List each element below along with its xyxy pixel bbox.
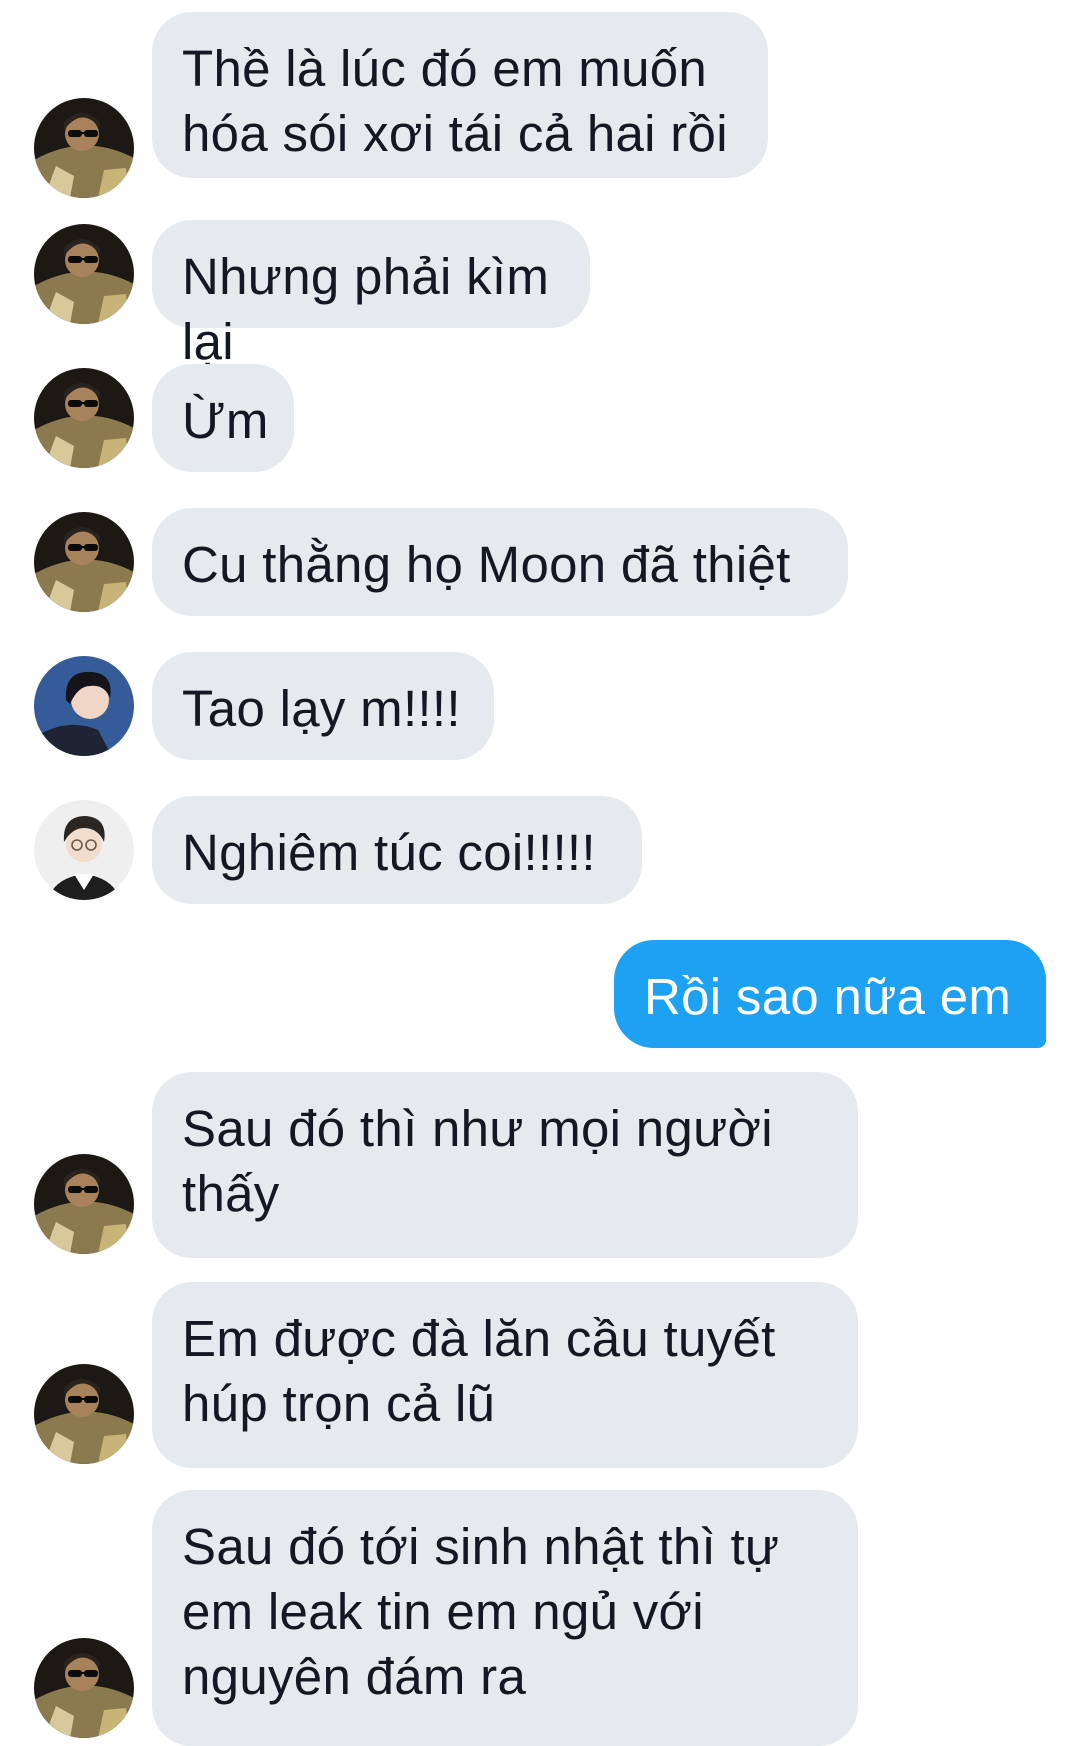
message-bubble-incoming[interactable]: Nhưng phải kìm lại [152, 220, 590, 370]
message-bubble-incoming[interactable]: Em được đà lăn cầu tuyết húp trọn cả lũ [152, 1282, 858, 1468]
message-row: Tao lạy m!!!! [0, 652, 1080, 762]
message-bubble-incoming[interactable]: Cu thằng họ Moon đã thiệt [152, 508, 848, 616]
message-row: Thề là lúc đó em muốn hóa sói xơi tái cả… [0, 12, 1080, 198]
message-row: Rồi sao nữa em [0, 940, 1080, 1050]
message-row: Em được đà lăn cầu tuyết húp trọn cả lũ [0, 1282, 1080, 1472]
avatar-image [34, 368, 134, 468]
avatar-image [34, 1638, 134, 1738]
message-bubble-incoming[interactable]: Sau đó tới sinh nhật thì tự em leak tin … [152, 1490, 858, 1746]
message-bubble-incoming[interactable]: Ừm [152, 364, 294, 472]
avatar-dark-sunglasses[interactable] [34, 1638, 134, 1738]
avatar-image [34, 1154, 134, 1254]
avatar-dark-sunglasses[interactable] [34, 368, 134, 468]
avatar-image [34, 656, 134, 756]
avatar-image [34, 800, 134, 900]
message-row: Nhưng phải kìm lại [0, 220, 1080, 370]
message-row: Cu thằng họ Moon đã thiệt [0, 508, 1080, 618]
chat-thread: Thề là lúc đó em muốn hóa sói xơi tái cả… [0, 0, 1080, 1746]
avatar-glasses-light[interactable] [34, 800, 134, 900]
avatar-dark-sunglasses[interactable] [34, 224, 134, 324]
avatar-dark-sunglasses[interactable] [34, 1364, 134, 1464]
message-row: Sau đó tới sinh nhật thì tự em leak tin … [0, 1490, 1080, 1746]
message-row: Ừm [0, 364, 1080, 474]
avatar-blue-background[interactable] [34, 656, 134, 756]
avatar-image [34, 1364, 134, 1464]
message-bubble-incoming[interactable]: Nghiêm túc coi!!!!! [152, 796, 642, 904]
message-row: Sau đó thì như mọi người thấy [0, 1072, 1080, 1262]
avatar-dark-sunglasses[interactable] [34, 1154, 134, 1254]
avatar-image [34, 224, 134, 324]
message-bubble-incoming[interactable]: Sau đó thì như mọi người thấy [152, 1072, 858, 1258]
avatar-image [34, 512, 134, 612]
message-bubble-incoming[interactable]: Thề là lúc đó em muốn hóa sói xơi tái cả… [152, 12, 768, 178]
message-row: Nghiêm túc coi!!!!! [0, 796, 1080, 906]
avatar-image [34, 98, 134, 198]
message-bubble-outgoing[interactable]: Rồi sao nữa em [614, 940, 1046, 1048]
avatar-dark-sunglasses[interactable] [34, 512, 134, 612]
avatar-dark-sunglasses[interactable] [34, 98, 134, 198]
message-bubble-incoming[interactable]: Tao lạy m!!!! [152, 652, 494, 760]
